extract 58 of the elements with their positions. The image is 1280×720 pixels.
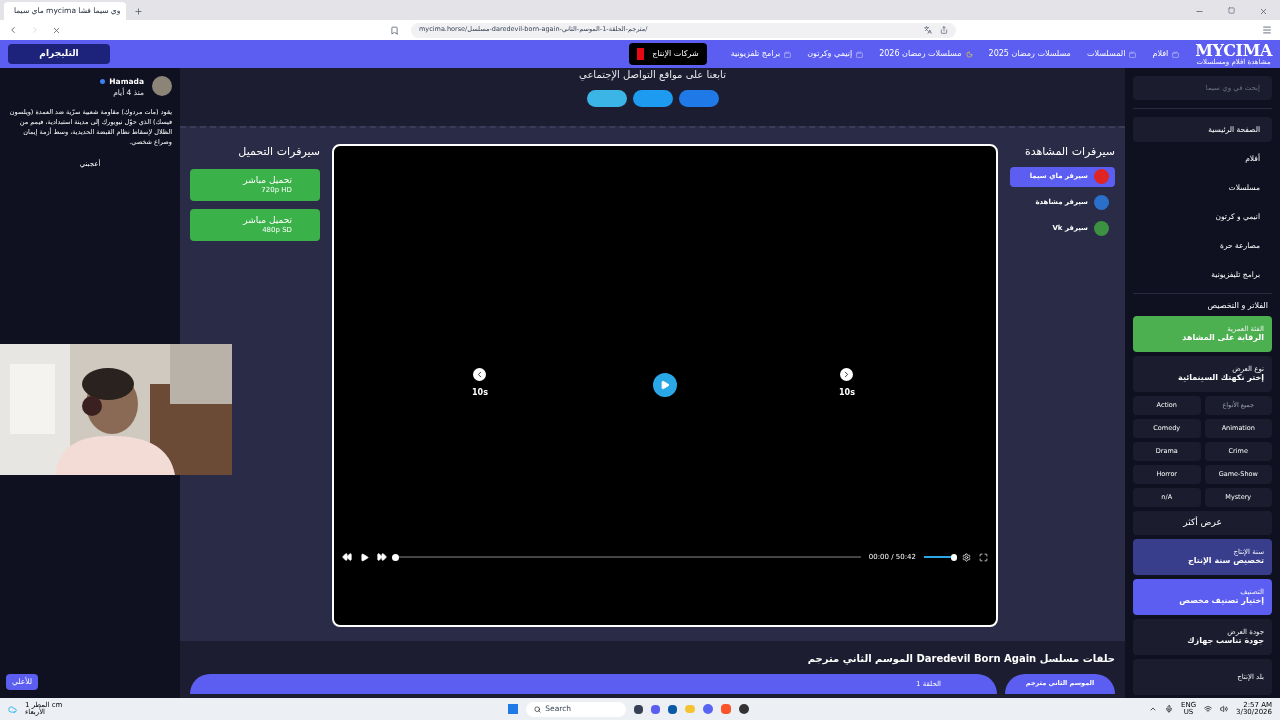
back-icon: [8, 25, 18, 35]
volume-icon: [1220, 705, 1229, 713]
social-button[interactable]: [678, 90, 719, 107]
nav-link[interactable]: مسلسلات رمضان 2025: [988, 48, 1071, 60]
download-servers-heading: سيرفرات التحميل: [237, 144, 320, 160]
rewind-icon: [342, 552, 352, 563]
moon-icon: [965, 50, 973, 58]
progress-thumb[interactable]: [392, 553, 399, 561]
social-button[interactable]: [632, 90, 673, 107]
start-icon: [508, 704, 519, 714]
bookmark-icon: [390, 25, 399, 35]
skip-back-button[interactable]: 10s: [472, 368, 488, 399]
nav-link[interactable]: افلام: [1152, 48, 1180, 60]
settings-icon: [962, 552, 971, 562]
weather-icon: [8, 704, 17, 714]
play-button[interactable]: [653, 373, 677, 397]
volume-track[interactable]: [924, 556, 954, 559]
maximize-icon: [1228, 7, 1235, 14]
folder-icon: [685, 705, 696, 713]
chevron-up-icon: [1149, 705, 1157, 713]
play-icon: [360, 552, 369, 562]
tv-icon: [1172, 50, 1180, 58]
stop-loading-icon: [52, 25, 61, 35]
social-button[interactable]: [586, 90, 627, 107]
social-heading: تابعنا على مواقع التواصل الإجتماعي: [579, 70, 726, 80]
show-more-button[interactable]: عرض أكثر: [1133, 511, 1272, 535]
menu-icon: [1262, 25, 1272, 35]
nav-link[interactable]: مسلسلات رمضان 2026: [879, 48, 973, 60]
network-icon: [1204, 705, 1213, 713]
play-icon: [660, 380, 670, 390]
episodes-heading: حلقات مسلسل Daredevil Born Again الموسم الثاني مترجم: [806, 652, 1115, 666]
companies-button[interactable]: شركات الإنتاج: [629, 43, 707, 65]
tv-icon: [784, 50, 792, 58]
skip-forward-button[interactable]: 10s: [839, 368, 855, 399]
app-icon: [721, 704, 732, 714]
app-icon: [703, 704, 714, 714]
app-icon: [739, 704, 750, 714]
new-tab-icon: [134, 7, 143, 16]
nav-link[interactable]: إنيمي وكرتون: [807, 48, 864, 60]
search-icon: [534, 705, 542, 713]
tv-icon: [856, 50, 864, 58]
fast-forward-icon: [377, 552, 387, 563]
site-logo[interactable]: MYCIMA: [1195, 42, 1272, 59]
nav-link[interactable]: برامج تلفزيونية: [730, 48, 792, 60]
tv-icon: [1129, 50, 1137, 58]
forward-icon: [30, 25, 40, 35]
fullscreen-icon: [979, 552, 988, 562]
close-window-icon: [1259, 7, 1268, 16]
translate-icon: [924, 26, 932, 34]
progress-track[interactable]: [395, 556, 861, 559]
watch-servers-heading: سيرفرات المشاهدة: [1023, 144, 1115, 160]
microphone-icon: [1165, 705, 1173, 713]
nav-link[interactable]: المسلسلات: [1086, 48, 1137, 60]
filters-heading: الفلاتر و التخصيص: [1206, 300, 1269, 312]
volume-thumb[interactable]: [951, 553, 957, 561]
telegram-button[interactable]: التليجرام: [8, 44, 110, 64]
share-icon: [940, 26, 948, 34]
avatar: [152, 76, 172, 96]
